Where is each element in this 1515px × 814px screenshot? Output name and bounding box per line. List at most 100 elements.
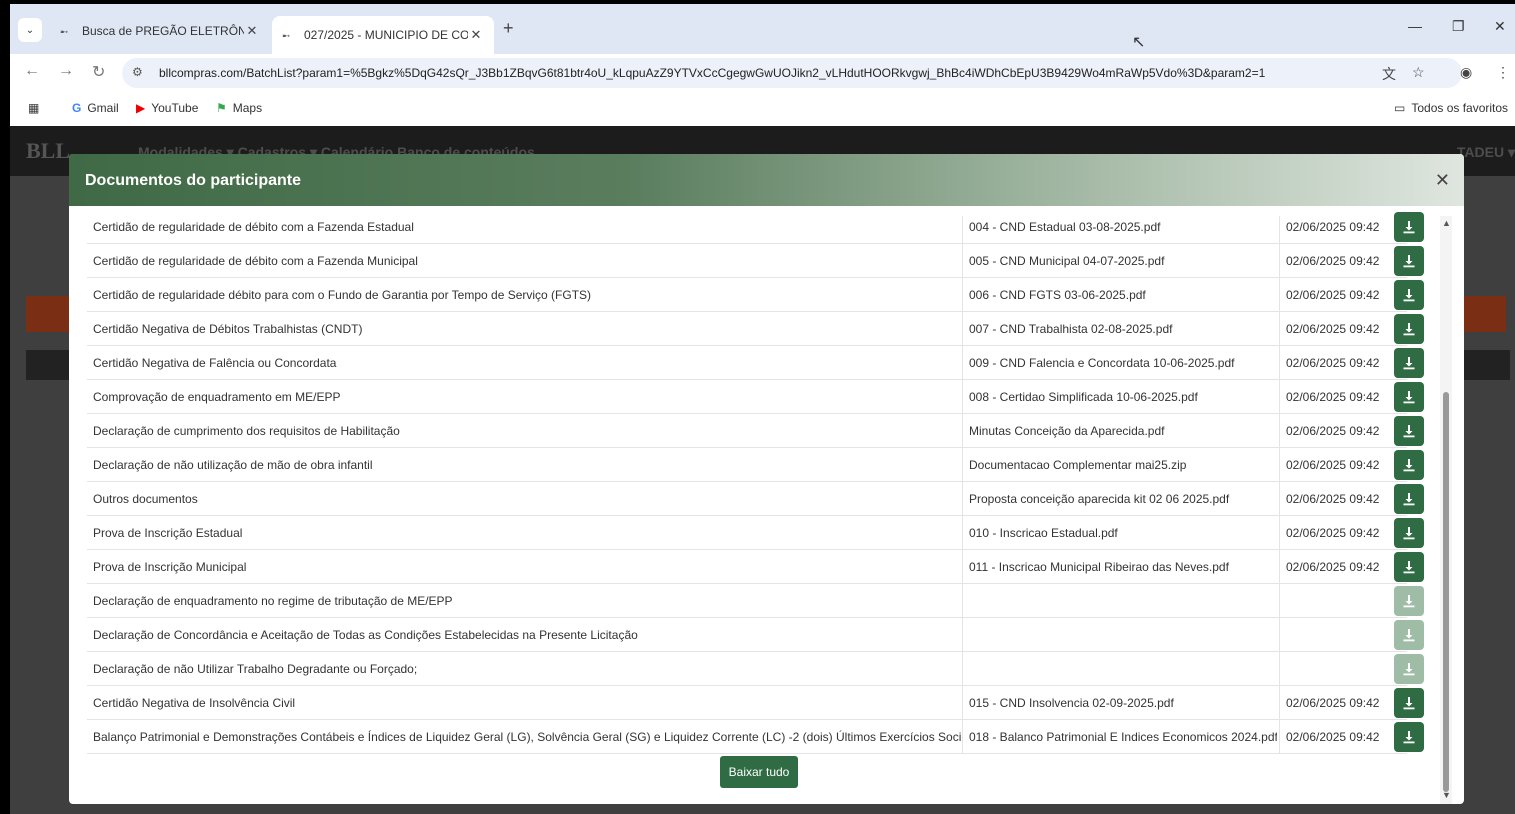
column-divider xyxy=(1279,686,1280,720)
google-icon: G xyxy=(72,101,82,115)
bookmarks-bar: ▦ G Gmail ▶ YouTube ⚑ Maps ▭ Todos os fa… xyxy=(10,90,1515,126)
download-icon[interactable] xyxy=(1394,246,1424,276)
column-divider xyxy=(1279,584,1280,618)
document-file: 004 - CND Estadual 03-08-2025.pdf xyxy=(969,220,1161,234)
download-icon[interactable] xyxy=(1394,620,1424,650)
modal-close-icon[interactable]: ✕ xyxy=(1435,170,1450,191)
download-icon[interactable] xyxy=(1394,314,1424,344)
window-close-icon[interactable]: ✕ xyxy=(1494,18,1506,35)
download-icon[interactable] xyxy=(1394,654,1424,684)
document-date: 02/06/2025 09:42 xyxy=(1286,220,1380,234)
column-divider xyxy=(962,482,963,516)
document-type: Balanço Patrimonial e Demonstrações Cont… xyxy=(93,730,961,744)
column-divider xyxy=(1279,244,1280,278)
column-divider xyxy=(1279,380,1280,414)
tab-search-button[interactable]: ⌄ xyxy=(18,18,42,42)
close-icon[interactable]: ✕ xyxy=(244,23,260,39)
document-file: 010 - Inscricao Estadual.pdf xyxy=(969,526,1118,540)
profile-icon[interactable]: ◉ xyxy=(1460,64,1472,81)
youtube-icon: ▶ xyxy=(136,101,146,115)
site-info-icon[interactable]: ⚙ xyxy=(132,65,143,79)
column-divider xyxy=(962,380,963,414)
download-icon[interactable] xyxy=(1394,450,1424,480)
table-row: Declaração de não utilização de mão de o… xyxy=(87,448,1424,482)
modal-body: Certidão de regularidade de débito com a… xyxy=(69,212,1464,804)
document-file: 018 - Balanco Patrimonial E Indices Econ… xyxy=(969,730,1277,744)
document-type: Certidão Negativa de Débitos Trabalhista… xyxy=(93,322,363,336)
minimize-icon[interactable]: — xyxy=(1408,18,1422,34)
table-row: Declaração de enquadramento no regime de… xyxy=(87,584,1424,618)
scroll-thumb[interactable] xyxy=(1443,392,1449,792)
new-tab-icon[interactable]: + xyxy=(503,18,514,39)
download-icon[interactable] xyxy=(1394,382,1424,412)
back-icon[interactable]: ← xyxy=(24,62,40,80)
all-bookmarks[interactable]: ▭ Todos os favoritos xyxy=(1394,101,1508,115)
scroll-down-icon[interactable]: ▼ xyxy=(1442,790,1451,800)
forward-icon[interactable]: → xyxy=(58,62,74,80)
download-icon[interactable] xyxy=(1394,586,1424,616)
table-row: Outros documentos Proposta conceição apar… xyxy=(87,482,1424,516)
table-row: Certidão Negativa de Falência ou Concord… xyxy=(87,346,1424,380)
tab-busca[interactable]: ➸ Busca de PREGÃO ELETRÔNICO ✕ xyxy=(50,16,270,46)
table-row: Comprovação de enquadramento em ME/EPP 00… xyxy=(87,380,1424,414)
column-divider xyxy=(1279,482,1280,516)
tab-municipio[interactable]: ➸ 027/2025 - MUNICIPIO DE CON ✕ xyxy=(272,16,494,54)
bookmark-maps[interactable]: ⚑ Maps xyxy=(216,101,262,115)
document-type: Certidão Negativa de Insolvência Civil xyxy=(93,696,296,710)
download-icon[interactable] xyxy=(1394,688,1424,718)
modal-scrollbar[interactable]: ▲ ▼ xyxy=(1440,216,1452,804)
star-icon[interactable]: ☆ xyxy=(1412,64,1425,81)
menu-icon[interactable]: ⋮ xyxy=(1496,64,1510,81)
download-icon[interactable] xyxy=(1394,280,1424,310)
restore-icon[interactable]: ❐ xyxy=(1452,18,1465,35)
table-row: Prova de Inscrição Estadual 010 - Inscric… xyxy=(87,516,1424,550)
download-icon[interactable] xyxy=(1394,722,1424,752)
bookmark-gmail[interactable]: G Gmail xyxy=(72,101,119,115)
download-all-button[interactable]: Baixar tudo xyxy=(720,756,798,788)
document-date: 02/06/2025 09:42 xyxy=(1286,526,1380,540)
table-row: Certidão Negativa de Insolvência Civil 01… xyxy=(87,686,1424,720)
bookmark-label: Maps xyxy=(232,101,263,115)
close-icon[interactable]: ✕ xyxy=(468,27,484,43)
document-type: Prova de Inscrição Estadual xyxy=(93,526,243,540)
column-divider xyxy=(1279,652,1280,686)
download-icon[interactable] xyxy=(1394,552,1424,582)
table-row: Certidão de regularidade de débito com a… xyxy=(87,244,1424,278)
column-divider xyxy=(1279,278,1280,312)
address-bar[interactable]: ⚙ bllcompras.com/BatchList?param1=%5Bgkz… xyxy=(122,58,1462,88)
download-icon[interactable] xyxy=(1394,416,1424,446)
document-type: Certidão de regularidade débito para com… xyxy=(93,288,592,302)
document-type: Certidão de regularidade de débito com a… xyxy=(93,220,414,234)
document-date: 02/06/2025 09:42 xyxy=(1286,356,1380,370)
document-type: Declaração de não Utilizar Trabalho Degr… xyxy=(93,662,418,676)
scroll-up-icon[interactable]: ▲ xyxy=(1442,218,1451,228)
download-icon[interactable] xyxy=(1394,212,1424,242)
column-divider xyxy=(1279,414,1280,448)
column-divider xyxy=(962,516,963,550)
document-date: 02/06/2025 09:42 xyxy=(1286,458,1380,472)
download-icon[interactable] xyxy=(1394,484,1424,514)
bll-logo: BLL xyxy=(26,138,71,163)
column-divider xyxy=(1279,216,1280,244)
download-icon[interactable] xyxy=(1394,518,1424,548)
document-type: Declaração de não utilização de mão de o… xyxy=(93,458,373,472)
table-row: Prova de Inscrição Municipal 011 - Inscri… xyxy=(87,550,1424,584)
tab-label: Busca de PREGÃO ELETRÔNICO xyxy=(82,24,244,38)
document-file: 005 - CND Municipal 04-07-2025.pdf xyxy=(969,254,1165,268)
reload-icon[interactable]: ↻ xyxy=(92,62,105,82)
document-date: 02/06/2025 09:42 xyxy=(1286,696,1380,710)
translate-icon[interactable]: 文 xyxy=(1382,64,1396,84)
page-user: TADEU ▾ xyxy=(1456,144,1515,160)
download-icon[interactable] xyxy=(1394,348,1424,378)
apps-icon[interactable]: ▦ xyxy=(28,101,39,115)
document-file: 008 - Certidao Simplificada 10-06-2025.p… xyxy=(969,390,1198,404)
bookmark-youtube[interactable]: ▶ YouTube xyxy=(136,101,198,115)
bookmark-label: YouTube xyxy=(151,101,199,115)
column-divider xyxy=(962,244,963,278)
document-type: Declaração de Concordância e Aceitação d… xyxy=(93,628,638,642)
table-row: Balanço Patrimonial e Demonstrações Cont… xyxy=(87,720,1424,754)
modal-header: Documentos do participante ✕ xyxy=(69,154,1464,206)
document-file: Proposta conceição aparecida kit 02 06 2… xyxy=(969,492,1230,506)
document-date: 02/06/2025 09:42 xyxy=(1286,492,1380,506)
all-bookmarks-label: Todos os favoritos xyxy=(1411,101,1509,115)
